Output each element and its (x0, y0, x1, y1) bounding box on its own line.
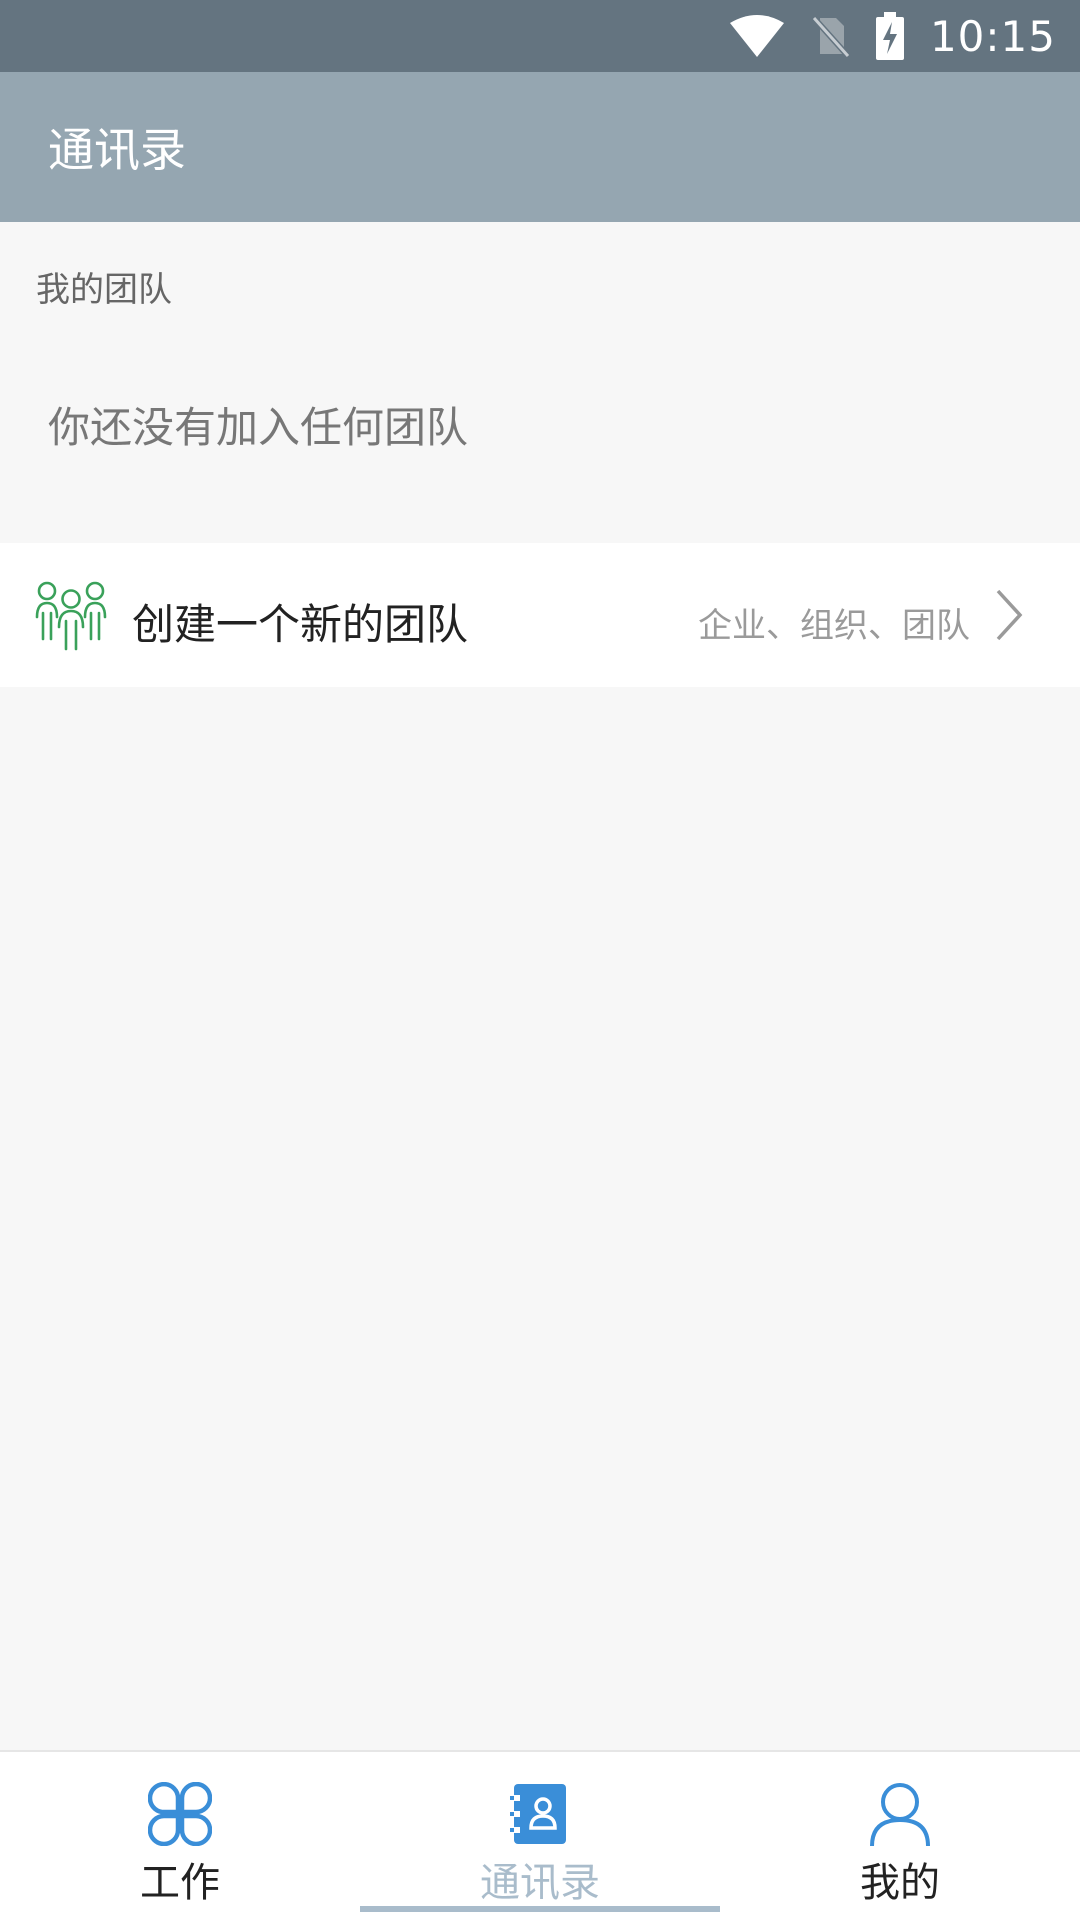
nav-tab-work[interactable]: 工作 (0, 1752, 360, 1920)
grid-icon (147, 1781, 213, 1847)
nav-label-me: 我的 (860, 1860, 940, 1906)
nav-label-contacts: 通讯录 (480, 1860, 600, 1906)
nav-label-work: 工作 (140, 1860, 220, 1906)
empty-teams-message: 你还没有加入任何团队 (48, 403, 469, 452)
app-bar: 通讯录 (0, 72, 1080, 222)
create-team-label: 创建一个新的团队 (132, 600, 469, 649)
no-sim-icon (810, 14, 850, 58)
my-teams-section-label: 我的团队 (36, 270, 172, 310)
bottom-nav: 工作 通讯录 我的 (0, 1750, 1080, 1920)
nav-tab-me[interactable]: 我的 (720, 1752, 1080, 1920)
contacts-book-icon (508, 1782, 572, 1846)
create-team-row[interactable]: 创建一个新的团队 企业、组织、团队 (0, 543, 1080, 687)
status-bar: 10:15 (0, 0, 1080, 72)
active-tab-indicator (360, 1906, 720, 1912)
page-title: 通讯录 (48, 123, 186, 177)
chevron-right-icon (994, 587, 1024, 643)
create-team-hint: 企业、组织、团队 (698, 606, 970, 646)
user-icon (868, 1782, 932, 1847)
wifi-icon (729, 15, 784, 57)
status-time: 10:15 (929, 11, 1056, 61)
team-icon (34, 579, 108, 651)
nav-tab-contacts[interactable]: 通讯录 (360, 1752, 720, 1920)
battery-charging-icon (875, 12, 904, 60)
